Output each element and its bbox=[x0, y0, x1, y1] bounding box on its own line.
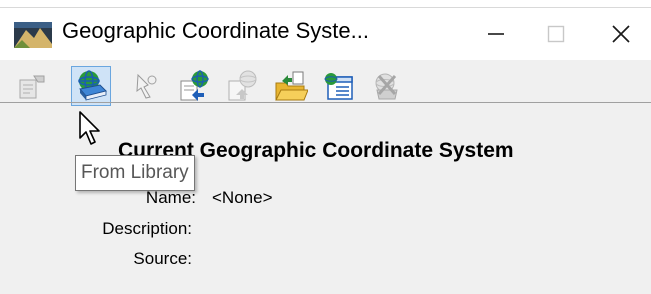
tooltip: From Library bbox=[75, 155, 195, 191]
list-view-icon bbox=[324, 73, 353, 100]
toolbar-divider bbox=[0, 102, 651, 103]
import-from-file-icon bbox=[228, 70, 257, 101]
toolbar-button-from-library[interactable] bbox=[71, 66, 111, 106]
toolbar-button-delete[interactable] bbox=[367, 66, 407, 106]
toolbar-button-select-from-map[interactable] bbox=[127, 66, 167, 106]
maximize-icon bbox=[547, 25, 565, 43]
export-to-file-icon bbox=[275, 71, 308, 101]
properties-icon bbox=[19, 75, 45, 99]
toolbar-button-properties[interactable] bbox=[12, 66, 52, 106]
toolbar-button-list-view[interactable] bbox=[319, 66, 359, 106]
mouse-pointer-icon bbox=[79, 111, 100, 145]
from-library-icon bbox=[78, 70, 107, 101]
select-from-map-icon bbox=[136, 73, 157, 99]
delete-icon bbox=[375, 73, 398, 100]
name-value: <None> bbox=[212, 188, 273, 207]
export-to-library-icon bbox=[180, 70, 209, 101]
name-label: Name: bbox=[145, 188, 196, 207]
source-label: Source: bbox=[133, 249, 192, 268]
minimize-button[interactable] bbox=[466, 8, 526, 60]
toolbar-button-export-to-file[interactable] bbox=[271, 66, 311, 106]
app-map-icon bbox=[14, 22, 52, 48]
minimize-icon bbox=[488, 33, 504, 35]
window-title: Geographic Coordinate Syste... bbox=[62, 18, 369, 43]
description-label: Description: bbox=[102, 219, 192, 238]
toolbar-button-import-from-file[interactable] bbox=[223, 66, 263, 106]
close-button[interactable] bbox=[591, 8, 651, 60]
title-bar[interactable]: Geographic Coordinate Syste... bbox=[0, 8, 651, 60]
maximize-button[interactable] bbox=[526, 8, 586, 60]
toolbar-button-export-to-library[interactable] bbox=[175, 66, 215, 106]
close-icon bbox=[612, 25, 630, 43]
